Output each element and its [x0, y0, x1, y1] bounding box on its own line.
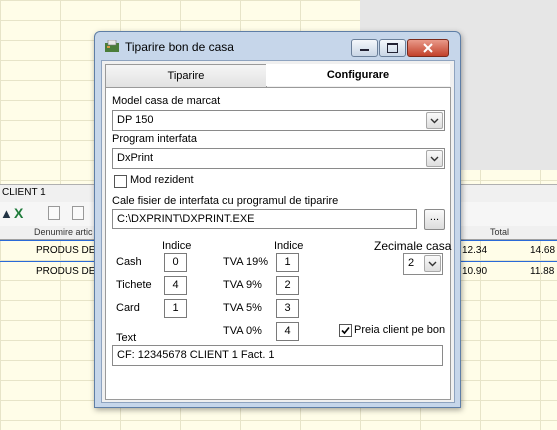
text-value: CF: 12345678 CLIENT 1 Fact. 1 [117, 349, 275, 361]
tichete-label: Tichete [116, 279, 152, 291]
tool-icon[interactable]: ▲ [0, 206, 13, 221]
client-bar-label: CLIENT 1 [2, 187, 46, 198]
dialog-client: Tiparire Configurare Model casa de marca… [101, 60, 455, 403]
zecimale-select[interactable]: 2 [403, 253, 443, 275]
row-price: 10.90 [462, 266, 488, 277]
tab-configurare[interactable]: Configurare [266, 64, 450, 86]
program-value: DxPrint [117, 152, 154, 164]
column-total: Total [490, 227, 510, 237]
close-button[interactable] [407, 39, 449, 57]
mod-rezident-checkbox[interactable] [114, 175, 127, 188]
model-dropdown-button[interactable] [426, 112, 443, 129]
minimize-icon [360, 49, 369, 51]
configurare-panel: Model casa de marcat DP 150 Program inte… [105, 87, 451, 400]
paste-icon[interactable] [72, 206, 84, 220]
column-denumire: Denumire artic [34, 227, 93, 237]
window-title: Tiparire bon de casa [125, 40, 234, 54]
chevron-down-icon [428, 261, 437, 267]
title-bar[interactable]: Tiparire bon de casa [95, 32, 460, 60]
zecimale-label: Zecimale casa [374, 239, 452, 253]
preia-client-checkbox[interactable] [339, 324, 352, 337]
checkmark-icon [341, 326, 350, 335]
program-select[interactable]: DxPrint [112, 148, 445, 169]
card-index-input[interactable]: 1 [164, 299, 187, 318]
tva-9-label: TVA 9% [223, 279, 262, 291]
row-name: PRODUS DE [36, 266, 96, 277]
program-dropdown-button[interactable] [426, 150, 443, 167]
row-name: PRODUS DE [36, 245, 96, 256]
tva-19-label: TVA 19% [223, 256, 269, 268]
chevron-down-icon [430, 118, 439, 124]
maximize-icon [387, 43, 398, 53]
model-value: DP 150 [117, 114, 154, 126]
browse-button[interactable]: ... [424, 209, 445, 230]
tichete-index-input[interactable]: 4 [164, 276, 187, 295]
browse-label: ... [429, 211, 440, 223]
cash-label: Cash [116, 256, 142, 268]
preia-client-label: Preia client pe bon [354, 324, 446, 336]
model-label: Model casa de marcat [112, 95, 221, 107]
close-icon [423, 43, 433, 53]
tab-tiparire[interactable]: Tiparire [105, 64, 267, 87]
mod-rezident-label: Mod rezident [130, 174, 194, 186]
minimize-button[interactable] [351, 39, 378, 57]
text-input[interactable]: CF: 12345678 CLIENT 1 Fact. 1 [112, 345, 443, 366]
card-label: Card [116, 302, 140, 314]
tab-label: Tiparire [167, 70, 205, 82]
path-label: Cale fisier de interfata cu programul de… [112, 195, 339, 207]
indice-header-payments: Indice [162, 240, 192, 252]
zecimale-value: 2 [408, 257, 415, 269]
tva-5-index-input[interactable]: 3 [276, 299, 299, 318]
app-icon [105, 40, 119, 52]
maximize-button[interactable] [379, 39, 406, 57]
excel-icon[interactable]: X [14, 205, 23, 221]
tva-0-label: TVA 0% [223, 325, 262, 337]
chevron-down-icon [430, 156, 439, 162]
path-input[interactable]: C:\DXPRINT\DXPRINT.EXE [112, 209, 417, 229]
print-receipt-dialog: Tiparire bon de casa Tiparire Configurar… [94, 31, 461, 408]
zecimale-dropdown-button[interactable] [424, 255, 441, 272]
copy-icon[interactable] [48, 206, 60, 220]
tva-19-index-input[interactable]: 1 [276, 253, 299, 272]
tva-5-label: TVA 5% [223, 302, 262, 314]
row-total: 11.88 [530, 266, 555, 277]
indice-header-vat: Indice [274, 240, 304, 252]
cash-index-input[interactable]: 0 [164, 253, 187, 272]
row-price: 12.34 [462, 245, 488, 256]
tva-0-index-input[interactable]: 4 [276, 322, 299, 341]
text-label: Text [116, 332, 137, 344]
tab-label: Configurare [326, 69, 390, 81]
program-label: Program interfata [112, 133, 197, 145]
model-select[interactable]: DP 150 [112, 110, 445, 131]
path-value: C:\DXPRINT\DXPRINT.EXE [117, 213, 255, 225]
row-total: 14.68 [530, 245, 556, 256]
tva-9-index-input[interactable]: 2 [276, 276, 299, 295]
